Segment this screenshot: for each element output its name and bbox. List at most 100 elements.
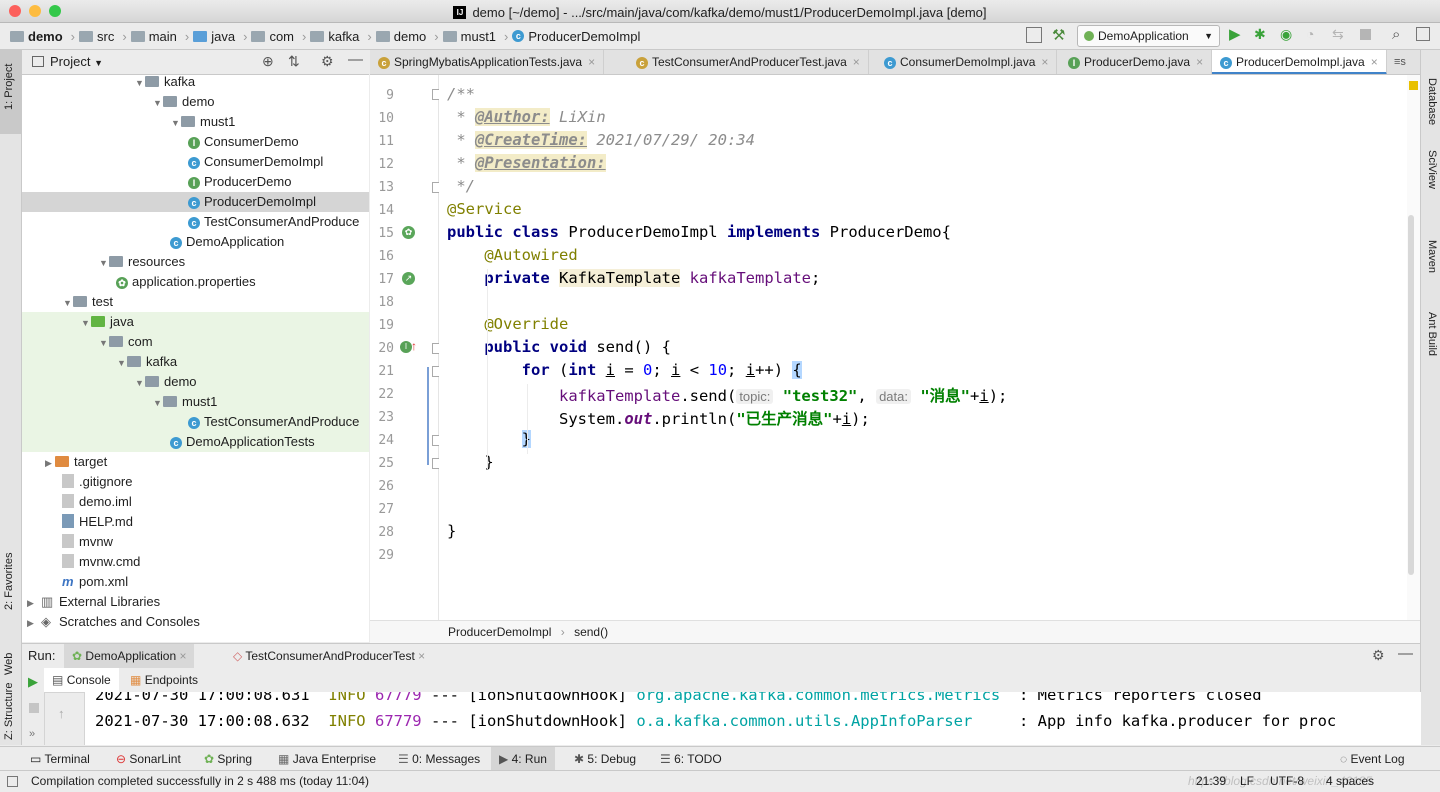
expand-arrow-icon[interactable]: ▼ — [153, 93, 163, 113]
code-editor[interactable]: /** * @Author: LiXin * @CreateTime: 2021… — [439, 75, 1407, 620]
tree-item-resources[interactable]: ▼ resources — [22, 252, 369, 272]
web-tool-label[interactable]: Web — [3, 653, 15, 675]
tree-item-test[interactable]: ▼ test — [22, 292, 369, 312]
structure-tool-label[interactable]: Z: Structure — [3, 683, 15, 740]
minimize-window-button[interactable] — [29, 5, 41, 17]
breadcrumb-method[interactable]: send() — [574, 625, 608, 639]
tool-terminal[interactable]: ▭ Terminal — [30, 747, 90, 771]
tree-item-testconsumerandproducer[interactable]: c TestConsumerAndProduce — [22, 212, 369, 232]
inspection-status-icon[interactable] — [1409, 81, 1418, 90]
project-view-select[interactable]: Project ▼ — [50, 50, 103, 75]
tree-item-demo-iml[interactable]: demo.iml — [22, 492, 369, 512]
close-icon[interactable]: × — [418, 649, 425, 663]
run-configuration-select[interactable]: DemoApplication ▼ — [1077, 25, 1220, 47]
tree-item-kafka-test[interactable]: ▼ kafka — [22, 352, 369, 372]
collapse-all-icon[interactable]: ⇅ — [288, 53, 300, 70]
tab-overflow-icon[interactable]: ≡s — [1394, 50, 1406, 74]
breadcrumb-must1[interactable]: must1 — [442, 23, 496, 49]
tool-event-log[interactable]: ◌ Event Log — [1340, 747, 1405, 771]
breadcrumb-demo-pkg[interactable]: demo — [375, 23, 426, 49]
favorites-tool-label[interactable]: 2: Favorites — [3, 553, 15, 610]
tree-item-producerdemo[interactable]: I ProducerDemo — [22, 172, 369, 192]
sciview-tool-label[interactable]: SciView — [1426, 150, 1438, 189]
antbuild-tool-label[interactable]: Ant Build — [1426, 312, 1438, 356]
run-tab-testconsumerandproducertest[interactable]: ◇ TestConsumerAndProducerTest × — [225, 644, 433, 668]
expand-arrow-icon[interactable]: ▼ — [99, 333, 109, 353]
tool-run[interactable]: ▶ 4: Run — [491, 747, 555, 771]
tree-item-testconsumerandproducer-test[interactable]: c TestConsumerAndProduce — [22, 412, 369, 432]
expand-arrow-icon[interactable]: ▼ — [153, 393, 163, 413]
expand-arrow-icon[interactable]: ▼ — [117, 353, 127, 373]
tab-producerdemo[interactable]: I ProducerDemo.java × — [1060, 50, 1213, 74]
tool-spring[interactable]: ✿ Spring — [204, 747, 252, 771]
tree-item-external-libraries[interactable]: ▶ ▥ External Libraries — [22, 592, 369, 612]
close-icon[interactable]: × — [588, 55, 595, 69]
update-icon[interactable]: ⇆ — [1332, 26, 1344, 43]
caret-position[interactable]: 21:39 — [1196, 771, 1226, 792]
breadcrumb-kafka[interactable]: kafka — [310, 23, 359, 49]
close-icon[interactable]: × — [1196, 55, 1203, 69]
close-icon[interactable]: × — [1041, 55, 1048, 69]
tool-windows-toggle-icon[interactable] — [7, 776, 18, 787]
tree-item-consumerdemoimpl[interactable]: c ConsumerDemoImpl — [22, 152, 369, 172]
coverage-icon[interactable]: ◉ — [1280, 26, 1292, 43]
spring-bean-icon[interactable]: ✿ — [402, 226, 415, 239]
editor-scrollbar[interactable] — [1407, 75, 1420, 620]
indent-setting[interactable]: 4 spaces — [1326, 771, 1374, 792]
toggle-layout-icon[interactable] — [1416, 27, 1430, 41]
collapse-arrow-icon[interactable]: ▶ — [27, 593, 37, 613]
scrollbar-thumb[interactable] — [1408, 215, 1414, 575]
tree-item-must1[interactable]: ▼ must1 — [22, 112, 369, 132]
breadcrumb-src[interactable]: src — [79, 23, 114, 49]
locate-icon[interactable]: ⊕ — [262, 53, 274, 70]
search-icon[interactable]: ⌕ — [1392, 26, 1400, 43]
expand-arrow-icon[interactable]: ▼ — [99, 253, 109, 273]
more-icon[interactable]: » — [29, 728, 35, 740]
expand-arrow-icon[interactable]: ▼ — [63, 293, 73, 313]
zoom-window-button[interactable] — [49, 5, 61, 17]
tool-todo[interactable]: ☰ 6: TODO — [660, 747, 722, 771]
close-window-button[interactable] — [9, 5, 21, 17]
stop-icon[interactable] — [1360, 29, 1371, 40]
tree-item-kafka[interactable]: ▼ kafka — [22, 75, 369, 92]
tree-item-producerdemoimpl[interactable]: c ProducerDemoImpl — [22, 192, 369, 212]
tab-console[interactable]: ▤ Console — [44, 668, 119, 692]
profile-icon[interactable]: ◔ — [1306, 26, 1314, 42]
tree-item-demoapplication[interactable]: c DemoApplication — [22, 232, 369, 252]
build-hammer-icon[interactable]: ⚒ — [1052, 26, 1065, 44]
hide-icon[interactable]: — — [1398, 645, 1413, 662]
debug-icon[interactable]: ✱ — [1254, 26, 1266, 43]
tree-item-pom-xml[interactable]: m pom.xml — [22, 572, 369, 592]
console-output[interactable]: 2021-07-30 17:00:08.631 INFO 67779 --- [… — [84, 692, 1421, 745]
breadcrumb-com[interactable]: com — [251, 23, 294, 49]
expand-arrow-icon[interactable]: ▼ — [171, 113, 181, 133]
expand-arrow-icon[interactable]: ▼ — [135, 373, 145, 393]
tab-springmybatisapplicationtests[interactable]: c SpringMybatisApplicationTests.java × — [370, 50, 605, 74]
breadcrumb-demo[interactable]: demo — [10, 23, 63, 49]
run-tab-demoapplication[interactable]: ✿ DemoApplication × — [64, 644, 195, 668]
gear-icon[interactable]: ⚙ — [1372, 647, 1385, 664]
file-encoding[interactable]: UTF-8 — [1270, 771, 1304, 792]
tree-item-java-test[interactable]: ▼ java — [22, 312, 369, 332]
tree-item-consumerdemo[interactable]: I ConsumerDemo — [22, 132, 369, 152]
hide-icon[interactable]: — — [348, 51, 363, 68]
project-structure-icon[interactable] — [1026, 27, 1042, 43]
tool-messages[interactable]: ☰ 0: Messages — [398, 747, 480, 771]
close-icon[interactable]: × — [853, 55, 860, 69]
tab-testconsumerandproducertest[interactable]: c TestConsumerAndProducerTest.java × — [628, 50, 869, 74]
tool-debug[interactable]: ✱ 5: Debug — [574, 747, 636, 771]
close-icon[interactable]: × — [179, 649, 186, 663]
tab-consumerdemoimpl[interactable]: c ConsumerDemoImpl.java × — [876, 50, 1058, 74]
stop-icon[interactable] — [29, 703, 39, 713]
gear-icon[interactable]: ⚙ — [321, 53, 334, 70]
tree-item-application-properties[interactable]: ✿ application.properties — [22, 272, 369, 292]
tree-item-demoapplicationtests[interactable]: c DemoApplicationTests — [22, 432, 369, 452]
tool-java-enterprise[interactable]: ▦ Java Enterprise — [278, 747, 376, 771]
scroll-up-icon[interactable]: ↑ — [58, 706, 65, 721]
project-tool-label[interactable]: 1: Project — [3, 64, 15, 110]
maven-tool-label[interactable]: Maven — [1426, 240, 1438, 273]
collapse-arrow-icon[interactable]: ▶ — [45, 453, 55, 473]
expand-arrow-icon[interactable]: ▼ — [81, 313, 91, 333]
rerun-icon[interactable]: ▶ — [28, 674, 38, 690]
run-icon[interactable]: ▶ — [1229, 25, 1241, 43]
